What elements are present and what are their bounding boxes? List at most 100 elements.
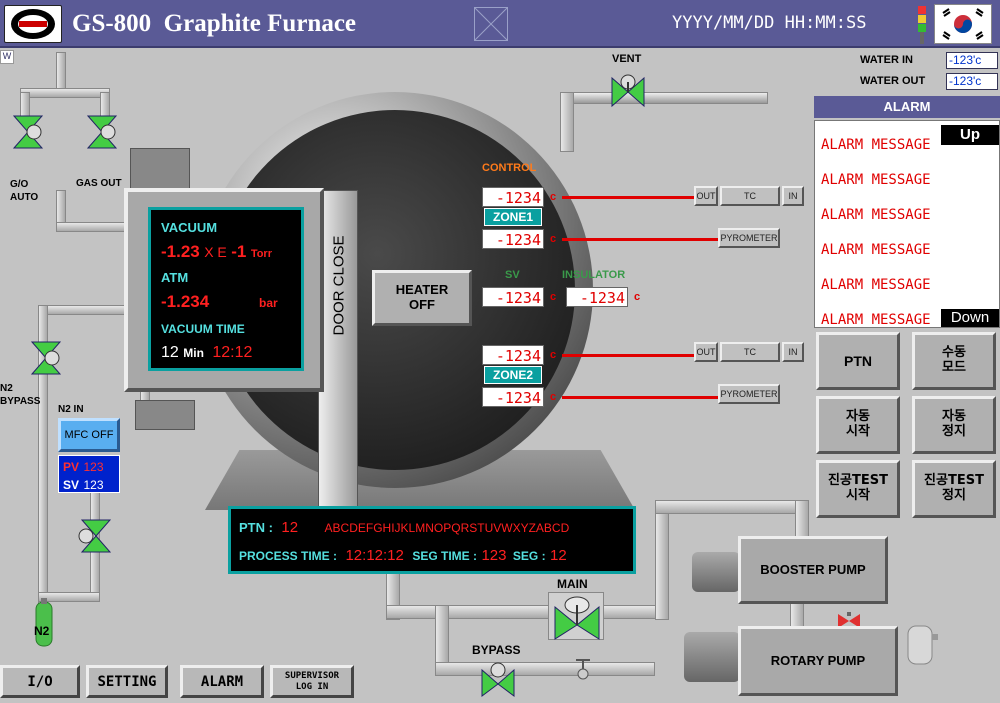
water-in-value: -123'c: [946, 52, 998, 69]
heater-toggle-button[interactable]: HEATER OFF: [372, 270, 472, 326]
pipe: [56, 52, 66, 92]
zone2-tc[interactable]: TC: [720, 342, 780, 362]
mfc-sv-label: SV: [63, 478, 80, 492]
go-auto-valve-icon[interactable]: [6, 112, 46, 152]
setting-nav-button[interactable]: SETTING: [86, 665, 168, 698]
alarm-nav-button[interactable]: ALARM: [180, 665, 264, 698]
zone1-pv-unit: c: [550, 191, 557, 203]
zone1-pyrometer[interactable]: PYROMETER: [718, 228, 780, 248]
n2-in-label: N2 IN: [58, 404, 84, 415]
zone1-lower-value: -1234: [482, 229, 544, 249]
insulator-label: INSULATOR: [562, 269, 626, 281]
alarm-scroll-up-button[interactable]: Up: [941, 125, 999, 145]
gas-out-valve-icon[interactable]: [80, 112, 120, 152]
company-logo: [4, 5, 62, 43]
water-in-label: WATER IN: [860, 54, 913, 66]
sv-unit: c: [550, 291, 557, 303]
pipe: [386, 605, 666, 619]
zone2-tc-in[interactable]: IN: [782, 342, 804, 362]
manual-valve-icon[interactable]: [568, 656, 598, 680]
auto-start-button[interactable]: 자동 시작: [816, 396, 900, 454]
alarm-message: ALARM MESSAGE: [821, 172, 931, 188]
ptn-button[interactable]: PTN: [816, 332, 900, 390]
go-auto-label: G/O AUTO: [10, 179, 39, 203]
bypass-valve-icon[interactable]: [478, 658, 518, 698]
process-display: PTN : 12 ABCDEFGHIJKLMNOPQRSTUVWXYZABCD …: [228, 506, 636, 574]
vacuum-exponent: -1: [231, 242, 247, 261]
alarm-message: ALARM MESSAGE: [821, 137, 931, 153]
n2-bypass-valve-icon[interactable]: [24, 338, 64, 378]
auto-stop-button[interactable]: 자동 정지: [912, 396, 996, 454]
furnace-bracket: [135, 400, 195, 430]
zone2-label: ZONE2: [484, 366, 542, 384]
vacuum-test-start-button[interactable]: 진공TEST 시작: [816, 460, 900, 518]
sv-label: SV: [505, 269, 520, 281]
signal-line: [562, 354, 694, 357]
zone2-tc-out[interactable]: OUT: [694, 342, 718, 362]
zone1-sv-value[interactable]: -1234: [482, 287, 544, 307]
atm-label: ATM: [161, 270, 189, 285]
door-status-label: DOOR CLOSE: [330, 234, 348, 336]
n2-tank-label: N2: [34, 624, 50, 638]
rotary-motor-icon: [684, 632, 740, 682]
booster-pump-button[interactable]: BOOSTER PUMP: [738, 536, 888, 604]
seg-time-value: 123: [481, 547, 507, 564]
pipe: [655, 500, 669, 620]
main-valve-icon[interactable]: [548, 592, 604, 640]
vacuum-time-min: 12: [161, 344, 179, 361]
atm-unit: bar: [259, 296, 278, 310]
alarm-list: ALARM MESSAGE ALARM MESSAGE ALARM MESSAG…: [814, 120, 1000, 328]
vacuum-unit: Torr: [250, 248, 272, 260]
oil-mist-trap-icon: [902, 622, 938, 668]
zone1-pv-value: -1234: [482, 187, 544, 207]
mfc-toggle-button[interactable]: MFC OFF: [58, 418, 120, 452]
water-out-label: WATER OUT: [860, 75, 926, 87]
vacuum-test-stop-button[interactable]: 진공TEST 정지: [912, 460, 996, 518]
booster-motor-icon: [692, 552, 740, 592]
alarm-header: ALARM: [814, 96, 1000, 118]
zone1-tc[interactable]: TC: [720, 186, 780, 206]
door-status: DOOR CLOSE: [326, 220, 352, 350]
ptn-name: ABCDEFGHIJKLMNOPQRSTUVWXYZABCD: [324, 521, 570, 535]
alarm-scroll-down-button[interactable]: Down: [941, 309, 999, 327]
vacuum-x: X E: [204, 244, 227, 260]
ptn-label: PTN :: [239, 520, 273, 535]
corner-tag: W: [0, 50, 14, 64]
n2-valve-icon[interactable]: [74, 516, 114, 556]
signal-line: [562, 396, 718, 399]
control-label: CONTROL: [482, 162, 537, 174]
seg-label: SEG :: [512, 549, 546, 563]
vacuum-time-label: VACUUM TIME: [161, 322, 245, 336]
signal-line: [562, 238, 718, 241]
supervisor-login-button[interactable]: SUPERVISOR LOG IN: [270, 665, 354, 698]
io-nav-button[interactable]: I/O: [0, 665, 80, 698]
alarm-message: ALARM MESSAGE: [821, 242, 931, 258]
vacuum-display: VACUUM -1.23 X E -1 Torr ATM -1.234 bar …: [148, 207, 304, 371]
zone1-tc-in[interactable]: IN: [782, 186, 804, 206]
mfc-sv-value: 123: [83, 478, 104, 492]
vacuum-time-min-unit: Min: [183, 346, 204, 360]
process-time-label: PROCESS TIME :: [239, 549, 338, 563]
zone2-lower-unit: c: [550, 391, 557, 403]
mfc-pv-label: PV: [63, 460, 80, 474]
n2-tank-icon: [32, 598, 56, 648]
zone2-lower-value: -1234: [482, 387, 544, 407]
pipe: [655, 500, 805, 514]
seg-time-label: SEG TIME :: [412, 549, 477, 563]
vacuum-mantissa: -1.23: [161, 242, 200, 261]
process-time-value: 12:12:12: [345, 547, 404, 564]
pipe: [20, 88, 110, 98]
zone2-pyrometer[interactable]: PYROMETER: [718, 384, 780, 404]
zone1-label: ZONE1: [484, 208, 542, 226]
manual-mode-button[interactable]: 수동 모드: [912, 332, 996, 390]
vent-valve-icon[interactable]: [608, 70, 648, 110]
korea-flag-icon[interactable]: [934, 4, 992, 44]
zone1-tc-out[interactable]: OUT: [694, 186, 718, 206]
vacuum-time-clock: 12:12: [212, 344, 253, 361]
datetime-display: YYYY/MM/DD HH:MM:SS: [672, 13, 867, 33]
zone2-pv-value: -1234: [482, 345, 544, 365]
bypass-valve-label: BYPASS: [472, 643, 521, 657]
rotary-pump-button[interactable]: ROTARY PUMP: [738, 626, 898, 696]
vacuum-label: VACUUM: [161, 220, 218, 235]
insulator-value: -1234: [566, 287, 628, 307]
